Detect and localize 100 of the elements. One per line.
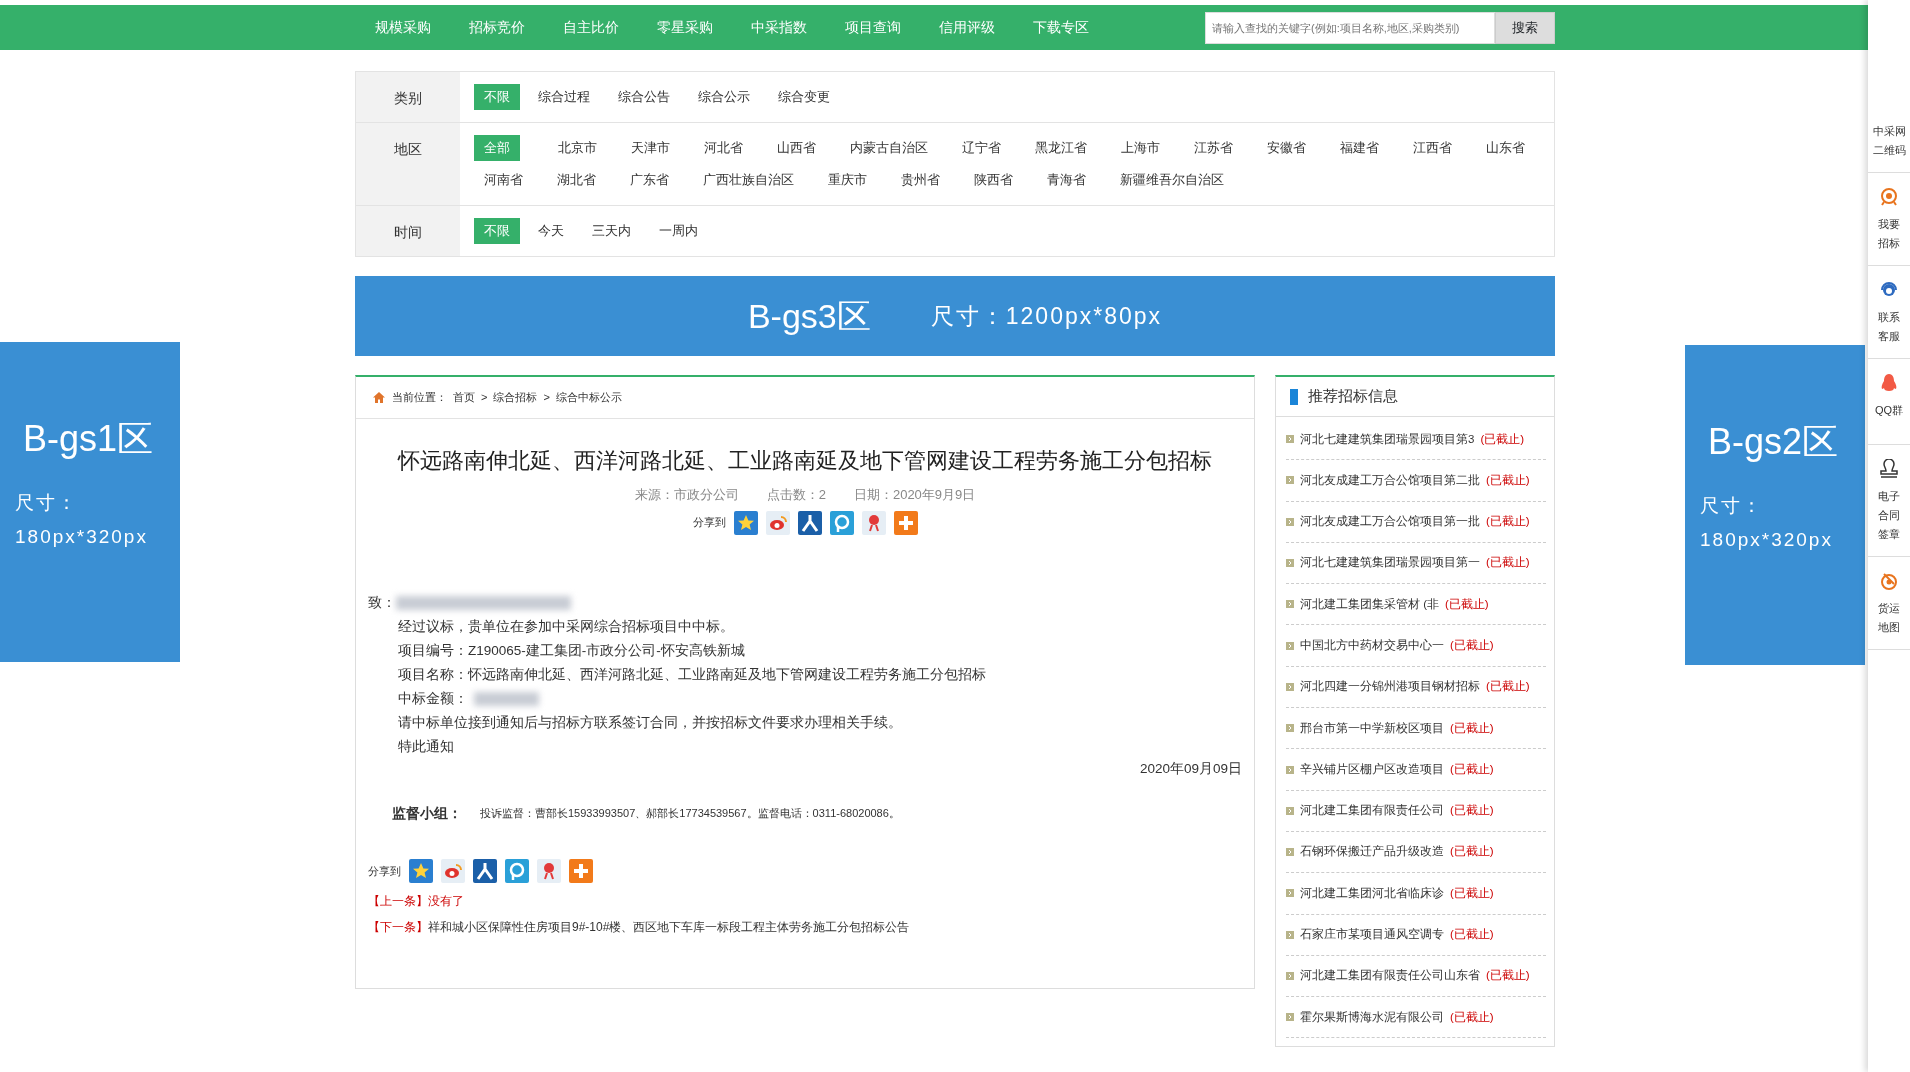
person-icon[interactable]: [473, 858, 497, 883]
status-text: (已截止): [1450, 1009, 1494, 1025]
filter-option[interactable]: 综合过程: [528, 84, 600, 110]
status-text: (已截止): [1486, 679, 1530, 695]
bullet-icon: [1286, 724, 1294, 733]
recommend-link[interactable]: 河北建工集团集采管材 (非: [1300, 595, 1440, 613]
search-button[interactable]: 搜索: [1495, 11, 1555, 44]
sidebar-link[interactable]: 我要 招标: [1868, 215, 1910, 254]
supervision-text: 投诉监督：曹部长15933993507、郝部长17734539567。监督电话：0311-68020086。: [480, 805, 900, 821]
status-text: (已截止): [1450, 761, 1494, 777]
sidebar-link[interactable]: 联系 客服: [1868, 308, 1910, 347]
bullet-icon: [1286, 765, 1294, 774]
filter-option[interactable]: 上海市: [1111, 135, 1170, 161]
panel-title: 推荐招标信息: [1308, 386, 1398, 407]
person-icon[interactable]: [797, 510, 822, 535]
filter-option[interactable]: 今天: [528, 218, 574, 244]
recommend-link[interactable]: 霍尔果斯博海水泥有限公司: [1300, 1008, 1444, 1026]
breadcrumb-link[interactable]: 综合招标: [493, 389, 538, 406]
sidebar-link[interactable]: 货运 地图: [1868, 599, 1910, 638]
filter-option[interactable]: 河北省: [694, 135, 753, 161]
share-label: 分享到: [692, 515, 726, 531]
filter-option[interactable]: 综合公示: [688, 84, 760, 110]
recommend-link[interactable]: 河北建工集团河北省临床诊: [1300, 884, 1444, 903]
eye-icon[interactable]: [765, 510, 790, 535]
status-text: (已截止): [1486, 514, 1530, 530]
bird-icon[interactable]: [861, 510, 886, 535]
status-text: (已截止): [1480, 431, 1525, 447]
filter-option[interactable]: 山西省: [767, 135, 826, 161]
recommend-link[interactable]: 中国北方中药材交易中心一: [1300, 637, 1444, 655]
bird-icon[interactable]: [537, 858, 561, 883]
title-bar-icon: [1290, 388, 1298, 405]
ad-title: B-gs1区: [23, 417, 155, 461]
filter-label: 地区: [394, 142, 422, 157]
filter-option[interactable]: 北京市: [548, 135, 607, 161]
filter-option[interactable]: 安徽省: [1257, 135, 1316, 161]
article-link[interactable]: 没有了: [428, 893, 464, 908]
target-icon: [1879, 187, 1899, 208]
filter-option[interactable]: 福建省: [1330, 135, 1389, 161]
bullet-icon: [1286, 641, 1294, 650]
recommend-link[interactable]: 河北建工集团有限责任公司: [1300, 802, 1444, 820]
filter-option[interactable]: 广东省: [620, 167, 679, 193]
filter-option[interactable]: 辽宁省: [952, 135, 1011, 161]
eye-icon[interactable]: [441, 858, 465, 883]
filter-option[interactable]: 江苏省: [1184, 135, 1243, 161]
filter-option[interactable]: 内蒙古自治区: [840, 135, 938, 161]
sidebar-link[interactable]: 电子 合同 签章: [1868, 487, 1910, 545]
recommend-link[interactable]: 河北友成建工万合公馆项目第一批: [1300, 513, 1480, 531]
recommend-link[interactable]: 邢台市第一中学新校区项目: [1300, 719, 1444, 737]
filter-option[interactable]: 贵州省: [891, 167, 950, 193]
filter-option[interactable]: 青海省: [1037, 167, 1096, 193]
filter-option[interactable]: 新疆维吾尔自治区: [1110, 167, 1234, 193]
recommend-link[interactable]: 河北四建一分锦州港项目钢材招标: [1300, 678, 1480, 696]
notice-date: 2020年09月09日: [1139, 760, 1242, 776]
article-meta: 日期：2020年9月9日: [853, 486, 976, 504]
recommend-link[interactable]: 河北七建建筑集团瑞景园项目第3: [1300, 430, 1475, 448]
recommend-link[interactable]: 河北七建建筑集团瑞景园项目第一: [1300, 554, 1480, 572]
filter-option[interactable]: 黑龙江省: [1025, 135, 1097, 161]
filter-label: 类别: [394, 91, 422, 106]
filter-option[interactable]: 重庆市: [818, 167, 877, 193]
breadcrumb-link[interactable]: 综合中标公示: [555, 389, 622, 406]
status-text: (已截止): [1486, 555, 1530, 571]
filter-option[interactable]: 综合公告: [608, 84, 680, 110]
bullet-icon: [1286, 1013, 1294, 1022]
filter-option[interactable]: 山东省: [1476, 135, 1535, 161]
filter-option[interactable]: 江西省: [1403, 135, 1462, 161]
bullet-icon: [1286, 476, 1294, 485]
plus-icon[interactable]: [893, 510, 918, 535]
recommend-link[interactable]: 石钢环保搬迁产品升级改造: [1300, 843, 1444, 861]
filter-option[interactable]: 陕西省: [964, 167, 1023, 193]
recommend-link[interactable]: 河北建工集团有限责任公司山东省: [1300, 967, 1480, 985]
search-field[interactable]: 请输入查找的关键字(例如:项目名称,地区,采购类别): [1205, 11, 1495, 44]
filter-option[interactable]: 天津市: [621, 135, 680, 161]
penguin-icon: [1880, 373, 1898, 394]
bullet-icon: [1286, 682, 1294, 691]
sidebar-link[interactable]: 中采网 二维码: [1868, 122, 1910, 160]
article-title: 怀远路南伸北延、西洋河路北延、工业路南延及地下管网建设工程劳务施工分包招标: [396, 447, 1213, 475]
recommend-link[interactable]: 河北友成建工万合公馆项目第二批: [1300, 471, 1480, 490]
sidebar-link[interactable]: QQ群: [1868, 401, 1910, 421]
bullet-icon: [1286, 435, 1294, 444]
article-meta: 点击数：2: [766, 486, 826, 504]
notice-text: 中标金额：: [398, 690, 468, 706]
filter-option[interactable]: 广西壮族自治区: [693, 167, 804, 193]
status-text: (已截止): [1450, 720, 1494, 736]
breadcrumb-separator: >: [481, 390, 488, 406]
prev-next-label: 【下一条】: [368, 919, 428, 934]
plus-icon[interactable]: [569, 858, 593, 883]
status-text: (已截止): [1450, 844, 1494, 860]
recommend-link[interactable]: 辛兴铺片区棚户区改造项目: [1300, 760, 1444, 779]
recommend-link[interactable]: 石家庄市某项目通风空调专: [1300, 926, 1444, 944]
dial-icon: [1879, 571, 1899, 592]
filter-option[interactable]: 三天内: [582, 218, 641, 244]
ad-size: 180px*320px: [1700, 528, 1834, 552]
filter-option[interactable]: 综合变更: [768, 84, 840, 110]
ad-size-label: 尺寸：: [1700, 494, 1764, 518]
filter-option[interactable]: 湖北省: [547, 167, 606, 193]
filter-option[interactable]: 一周内: [649, 218, 708, 244]
filter-option[interactable]: 河南省: [474, 167, 533, 193]
breadcrumb-link[interactable]: 首页: [453, 389, 475, 406]
article-link[interactable]: 祥和城小区保障性住房项目9#-10#楼、西区地下车库一标段工程主体劳务施工分包招标公告: [428, 919, 910, 934]
filter-label: 时间: [394, 225, 422, 240]
